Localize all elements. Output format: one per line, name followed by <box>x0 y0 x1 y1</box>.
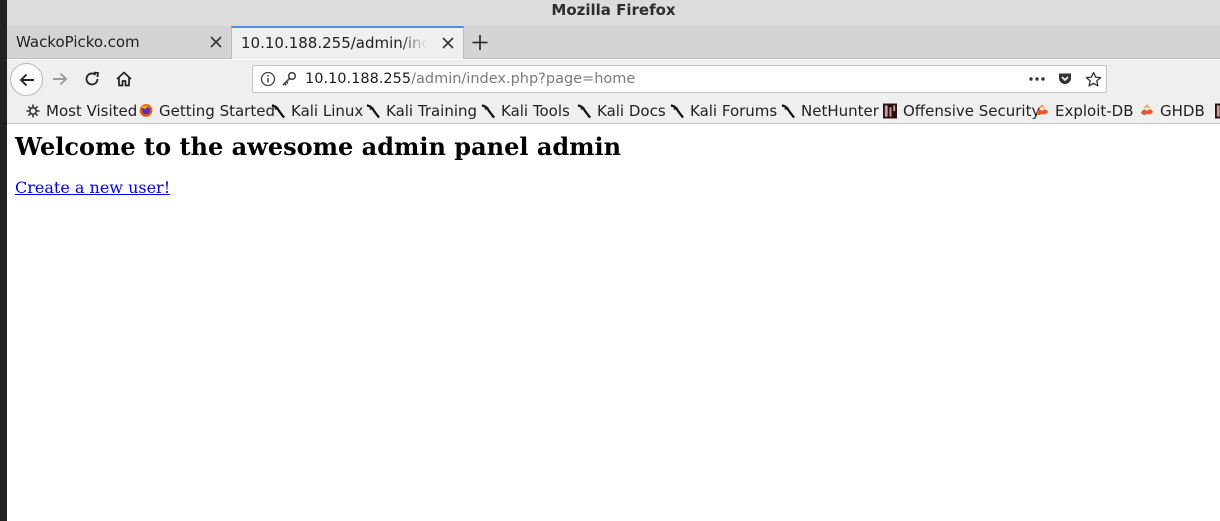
bookmark-label: NetHunter <box>801 101 879 120</box>
offsec-icon <box>883 103 897 119</box>
page-heading: Welcome to the awesome admin panel admin <box>15 132 622 161</box>
bookmark-label: Kali Tools <box>501 101 570 120</box>
navigation-toolbar: 10.10.188.255/admin/index.php?page=home <box>7 60 1220 98</box>
bookmark-kali-linux[interactable]: Kali Linux <box>271 98 363 123</box>
bookmark-getting-started[interactable]: Getting Started <box>139 98 275 123</box>
tab-label: WackoPicko.com <box>16 33 140 51</box>
kali-icon <box>577 103 591 119</box>
bookmarks-toolbar: Most Visited Getting Started Kali Linux … <box>7 98 1220 124</box>
url-text[interactable]: 10.10.188.255/admin/index.php?page=home <box>305 66 635 92</box>
offsec-icon <box>1215 103 1220 119</box>
bookmark-exploit-db[interactable]: Exploit-DB <box>1035 98 1134 123</box>
tab-wackopicko[interactable]: WackoPicko.com <box>7 26 231 59</box>
forward-arrow-icon <box>53 72 68 86</box>
url-path: /admin/index.php?page=home <box>411 71 636 87</box>
page-content: Welcome to the awesome admin panel admin… <box>7 125 1220 521</box>
kali-icon <box>366 103 380 119</box>
bookmark-star-icon[interactable] <box>1083 66 1103 92</box>
back-button[interactable] <box>10 63 43 96</box>
forward-button[interactable] <box>45 60 75 98</box>
page-actions-icon[interactable] <box>1026 66 1048 92</box>
tab-label: 10.10.188.255/admin/index.php?page=home <box>241 34 427 52</box>
bookmark-label: Kali Training <box>386 101 478 120</box>
pocket-icon[interactable] <box>1055 66 1075 92</box>
home-button[interactable] <box>109 60 139 98</box>
window-title: Mozilla Firefox <box>551 1 676 19</box>
bookmark-kali-docs[interactable]: Kali Docs <box>577 98 666 123</box>
info-icon[interactable] <box>260 66 276 92</box>
gear-icon <box>26 103 40 119</box>
bookmark-label: Exploit-DB <box>1055 101 1134 120</box>
exploitdb-icon <box>1035 103 1049 119</box>
key-icon[interactable] <box>280 66 298 92</box>
bookmark-most-visited[interactable]: Most Visited <box>26 98 137 123</box>
bookmark-label: Kali Docs <box>597 101 666 120</box>
create-user-link[interactable]: Create a new user! <box>15 178 170 197</box>
bookmark-label: Offensive Security <box>903 101 1041 120</box>
bookmark-kali-training[interactable]: Kali Training <box>366 98 477 123</box>
bookmark-kali-forums[interactable]: Kali Forums <box>670 98 777 123</box>
close-tab-icon[interactable] <box>441 28 455 59</box>
window-title-bar: Mozilla Firefox <box>7 0 1220 26</box>
address-bar[interactable]: 10.10.188.255/admin/index.php?page=home <box>252 65 1107 93</box>
url-host: 10.10.188.255 <box>305 71 412 87</box>
tab-strip: WackoPicko.com 10.10.188.255/admin/index… <box>7 26 1220 59</box>
home-icon <box>116 71 132 87</box>
bookmark-label: Getting Started <box>159 101 275 120</box>
kali-icon <box>670 103 684 119</box>
close-tab-icon[interactable] <box>209 26 223 59</box>
reload-icon <box>85 71 100 86</box>
bookmark-ghdb[interactable]: GHDB <box>1140 98 1205 123</box>
bookmark-label: Kali Linux <box>291 101 364 120</box>
firefox-icon <box>139 103 153 119</box>
bookmark-label: Most Visited <box>46 101 138 120</box>
bookmark-kali-tools[interactable]: Kali Tools <box>481 98 570 123</box>
bookmark-label: GHDB <box>1160 101 1205 120</box>
browser-window: Mozilla Firefox WackoPicko.com 10.10.188… <box>0 0 1220 521</box>
bookmark-offensive-security[interactable]: Offensive Security <box>883 98 1040 123</box>
kali-icon <box>271 103 285 119</box>
bookmark-nethunter[interactable]: NetHunter <box>781 98 879 123</box>
bookmark-label: Kali Forums <box>690 101 778 120</box>
reload-button[interactable] <box>77 60 107 98</box>
tab-admin[interactable]: 10.10.188.255/admin/index.php?page=home <box>231 26 464 59</box>
kali-icon <box>481 103 495 119</box>
exploitdb-icon <box>1140 103 1154 119</box>
new-tab-button[interactable] <box>467 26 493 59</box>
bookmark-overflow-partial[interactable] <box>1215 98 1220 123</box>
back-arrow-icon <box>19 73 34 86</box>
kali-icon <box>781 103 795 119</box>
